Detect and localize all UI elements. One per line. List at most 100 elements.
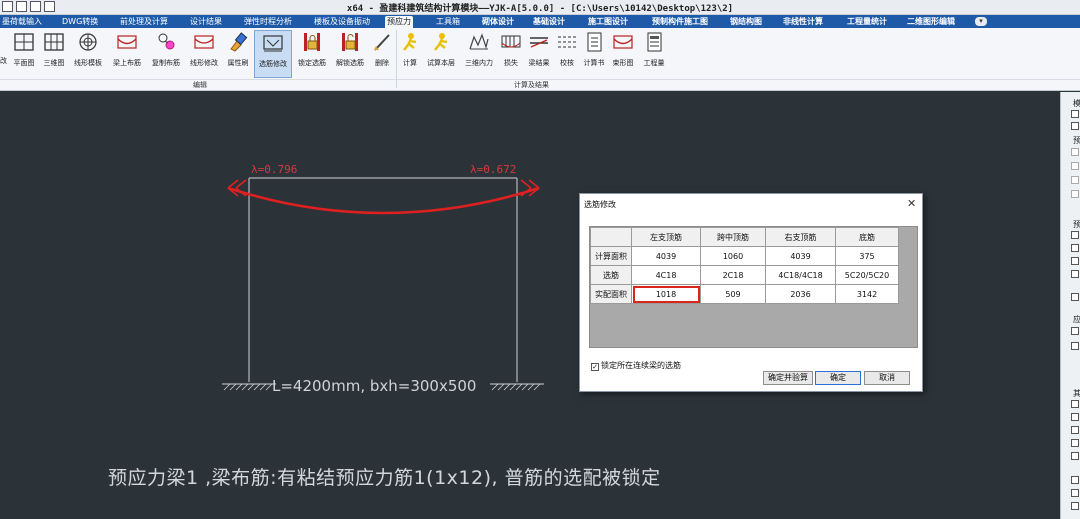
calculate-label: 计算 (403, 59, 417, 67)
check-button[interactable]: 校核 (555, 30, 579, 78)
tab-2d-edit[interactable]: 二维图形编辑 (905, 16, 957, 28)
beam-result-button[interactable]: 梁结果 (525, 30, 553, 78)
unlock-rebar-icon (342, 33, 358, 51)
confirm-check-button[interactable]: 确定并验算 (763, 371, 813, 385)
table-cell[interactable]: 5C20/5C20 (835, 265, 899, 285)
plan-view-button[interactable]: 平面图 (10, 30, 38, 78)
beam-reinforce-icon (117, 35, 137, 49)
tab-design-results[interactable]: 设计结果 (188, 16, 224, 28)
dialog-title: 选筋修改 (584, 200, 616, 209)
table-row: 计算面积 4039 1060 4039 375 (590, 246, 899, 266)
tab-load-input[interactable]: 墨荷载输入 (0, 16, 44, 28)
panel-checkbox[interactable] (1071, 400, 1079, 408)
cancel-button[interactable]: 取消 (864, 371, 910, 385)
right-property-panel: 模 预 预 应 其 (1060, 92, 1080, 519)
tendon-shape-label: 束形图 (612, 59, 634, 67)
3d-force-icon (469, 33, 489, 50)
panel-checkbox[interactable] (1071, 502, 1079, 510)
panel-checkbox[interactable] (1071, 327, 1079, 335)
lock-rebar-button[interactable]: 锁定选筋 (294, 30, 330, 78)
beam-result-icon (530, 37, 548, 48)
report-icon (587, 32, 602, 52)
table-cell[interactable]: 2C18 (700, 265, 766, 285)
ribbon-panel: 改 平面图 三维图 线形模板 梁上布筋 复制布筋 线形修改 属性刷 选筋修改 锁… (0, 28, 1080, 91)
table-cell: 1060 (700, 246, 766, 266)
3d-force-button[interactable]: 三维内力 (461, 30, 497, 78)
line-modify-button[interactable]: 线形修改 (186, 30, 222, 78)
tab-floor-vibration[interactable]: 楼板及设备振动 (312, 16, 372, 28)
tab-toolbox[interactable]: 工具箱 (434, 16, 462, 28)
tab-foundation[interactable]: 基础设计 (531, 16, 567, 28)
ok-button[interactable]: 确定 (815, 371, 861, 385)
panel-checkbox[interactable] (1071, 426, 1079, 434)
rebar-modify-icon (263, 35, 283, 52)
calculate-button[interactable]: 计算 (398, 30, 422, 78)
lock-checkbox[interactable]: ✓ (591, 363, 599, 371)
rebar-modify-button[interactable]: 选筋修改 (254, 30, 292, 78)
line-modify-icon (194, 35, 214, 49)
panel-checkbox[interactable] (1071, 293, 1079, 301)
collapse-icon[interactable]: ▾ (975, 17, 987, 26)
tab-time-history[interactable]: 弹性时程分析 (242, 16, 294, 28)
tab-prestress[interactable]: 预应力 (385, 16, 413, 28)
panel-checkbox[interactable] (1071, 122, 1079, 130)
trial-calc-icon (434, 33, 448, 51)
tab-steel[interactable]: 钢结构图 (728, 16, 764, 28)
lock-rebar-icon (304, 33, 320, 51)
table-cell[interactable]: 4C18/4C18 (765, 265, 836, 285)
tab-quantity[interactable]: 工程量统计 (845, 16, 889, 28)
delete-button[interactable]: 删除 (370, 30, 394, 78)
panel-checkbox[interactable] (1071, 244, 1079, 252)
panel-checkbox[interactable] (1071, 489, 1079, 497)
report-button[interactable]: 计算书 (581, 30, 607, 78)
unlock-rebar-button[interactable]: 解锁选筋 (332, 30, 368, 78)
table-header: 底筋 (835, 227, 899, 247)
trial-calc-label: 试算本层 (427, 59, 455, 67)
line-template-icon (79, 33, 97, 51)
close-icon[interactable]: ✕ (907, 197, 916, 210)
panel-checkbox[interactable] (1071, 452, 1079, 460)
panel-checkbox[interactable] (1071, 231, 1079, 239)
panel-checkbox[interactable] (1071, 162, 1079, 170)
unlock-rebar-label: 解锁选筋 (336, 59, 364, 67)
loss-button[interactable]: 损失 (499, 30, 523, 78)
panel-checkbox[interactable] (1071, 110, 1079, 118)
panel-checkbox[interactable] (1071, 413, 1079, 421)
tab-construction-drawing[interactable]: 施工图设计 (586, 16, 630, 28)
tendon-curve (227, 186, 540, 215)
panel-checkbox[interactable] (1071, 476, 1079, 484)
trial-calc-button[interactable]: 试算本层 (424, 30, 458, 78)
panel-checkbox[interactable] (1071, 439, 1079, 447)
beam-reinforce-button[interactable]: 梁上布筋 (110, 30, 144, 78)
panel-checkbox[interactable] (1071, 270, 1079, 278)
tab-masonry[interactable]: 砌体设计 (480, 16, 516, 28)
lock-checkbox-row[interactable]: ✓ 锁定所在连续梁的选筋 (591, 360, 681, 371)
table-row: 实配面积 1018 509 2036 3142 (590, 284, 899, 304)
table-cell: 4039 (765, 246, 836, 266)
beam-dimension-label: L=4200mm, bxh=300x500 (272, 377, 476, 395)
property-brush-label: 属性刷 (227, 59, 249, 67)
table-cell[interactable]: 4C18 (631, 265, 701, 285)
panel-checkbox[interactable] (1071, 176, 1079, 184)
tab-precast[interactable]: 预制构件施工图 (650, 16, 710, 28)
tab-dwg-convert[interactable]: DWG转换 (60, 16, 100, 28)
tendon-shape-button[interactable]: 束形图 (609, 30, 637, 78)
tab-preprocess[interactable]: 前处理及计算 (118, 16, 170, 28)
rebar-table: 左支顶筋 跨中顶筋 右支顶筋 底筋 计算面积 4039 1060 4039 37… (590, 227, 899, 304)
line-template-button[interactable]: 线形模板 (70, 30, 106, 78)
row-header: 计算面积 (590, 246, 632, 266)
tab-nonlinear[interactable]: 非线性计算 (781, 16, 825, 28)
panel-checkbox[interactable] (1071, 190, 1079, 198)
3d-view-button[interactable]: 三维图 (40, 30, 68, 78)
3d-force-label: 三维内力 (465, 59, 493, 67)
table-cell: 509 (700, 284, 766, 304)
panel-checkbox[interactable] (1071, 148, 1079, 156)
table-cell: 3142 (835, 284, 899, 304)
panel-checkbox[interactable] (1071, 342, 1079, 350)
panel-label-pre1: 预 (1073, 136, 1080, 145)
property-brush-button[interactable]: 属性刷 (224, 30, 252, 78)
panel-checkbox[interactable] (1071, 257, 1079, 265)
copy-reinforce-button[interactable]: 复制布筋 (148, 30, 184, 78)
check-label: 校核 (560, 59, 574, 67)
quantity-button[interactable]: 工程量 (639, 30, 669, 78)
